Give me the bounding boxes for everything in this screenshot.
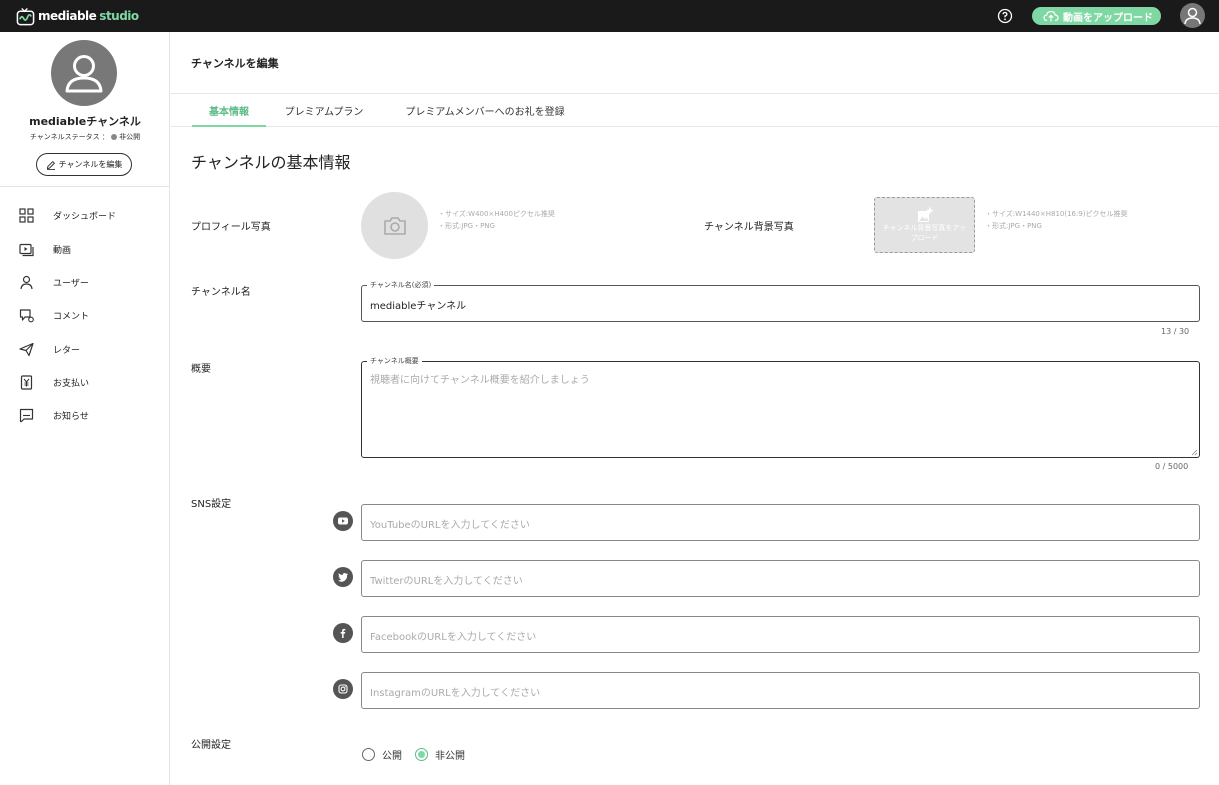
channel-name-floating-label: チャンネル名(必須) xyxy=(367,280,435,290)
sidebar-item-comments[interactable]: コメント xyxy=(0,301,169,329)
channel-status-label: チャンネルステータス ： xyxy=(29,133,109,141)
sidebar-item-label: ダッシュボード xyxy=(53,211,117,222)
comment-icon xyxy=(19,308,34,322)
user-avatar-icon xyxy=(1184,7,1201,25)
letter-icon xyxy=(19,342,34,356)
twitter-url-placeholder: TwitterのURLを入力してください xyxy=(370,576,523,587)
section-title: チャンネルの基本情報 xyxy=(191,153,351,172)
facebook-url-placeholder: FacebookのURLを入力してください xyxy=(370,632,537,643)
channel-name-field[interactable]: チャンネル名(必須) mediableチャンネル xyxy=(361,280,1200,322)
channel-name-label: チャンネル名 xyxy=(191,287,251,298)
profile-photo-hint: ・サイズ:W400×H400ピクセル推奨 ・形式:JPG・PNG xyxy=(438,208,555,232)
tab-premium-plan[interactable]: プレミアムプラン xyxy=(278,94,370,126)
sns-settings-label: SNS設定 xyxy=(191,499,232,510)
logo-tv-icon xyxy=(16,7,35,25)
account-avatar[interactable] xyxy=(1180,3,1205,28)
channel-status-value: 非公開 xyxy=(119,133,141,141)
summary-floating-label: チャンネル概要 xyxy=(367,356,422,366)
channel-name-value: mediableチャンネル xyxy=(370,301,467,312)
add-image-icon xyxy=(917,207,933,222)
visibility-public-radio[interactable]: 公開 xyxy=(362,747,402,762)
summary-textarea[interactable]: チャンネル概要 視聴者に向けてチャンネル概要を紹介しましょう xyxy=(361,356,1200,458)
edit-channel-label: チャンネルを編集 xyxy=(58,160,123,169)
radio-unchecked-icon xyxy=(362,748,375,761)
visibility-label: 公開設定 xyxy=(191,740,231,751)
tab-bar: 基本情報 プレミアムプラン プレミアムメンバーへのお礼を登録 xyxy=(171,94,1219,127)
sidebar: mediableチャンネル チャンネルステータス ： 非公開 チャンネルを編集 … xyxy=(0,32,170,785)
app-logo[interactable]: mediable studio xyxy=(16,6,139,26)
video-icon xyxy=(19,243,34,256)
sidebar-item-payments[interactable]: お支払い xyxy=(0,368,169,396)
summary-placeholder: 視聴者に向けてチャンネル概要を紹介しましょう xyxy=(370,375,590,386)
pencil-icon xyxy=(46,160,55,170)
profile-hint-size: ・サイズ:W400×H400ピクセル推奨 xyxy=(438,210,555,218)
sidebar-item-label: ユーザー xyxy=(53,278,89,289)
notice-icon xyxy=(19,408,34,422)
profile-photo-upload[interactable] xyxy=(361,192,428,259)
page-title: チャンネルを編集 xyxy=(191,57,279,70)
logo-text: mediable xyxy=(38,9,97,23)
channel-status: チャンネルステータス ： 非公開 xyxy=(0,132,170,142)
sidebar-channel-name: mediableチャンネル xyxy=(29,115,141,128)
summary-counter: 0 / 5000 xyxy=(1155,462,1189,471)
twitter-url-input[interactable]: TwitterのURLを入力してください xyxy=(361,560,1200,597)
facebook-url-input[interactable]: FacebookのURLを入力してください xyxy=(361,616,1200,653)
upload-video-label: 動画をアップロード xyxy=(1063,12,1153,24)
instagram-url-input[interactable]: InstagramのURLを入力してください xyxy=(361,672,1200,709)
payment-icon xyxy=(20,374,33,390)
twitter-icon xyxy=(333,567,353,587)
sidebar-item-videos[interactable]: 動画 xyxy=(0,235,169,263)
tab-basic-info[interactable]: 基本情報 xyxy=(192,94,266,127)
facebook-icon xyxy=(333,623,353,643)
sidebar-item-notices[interactable]: お知らせ xyxy=(0,401,169,429)
dashboard-icon xyxy=(19,207,34,223)
sidebar-item-label: お知らせ xyxy=(53,411,89,422)
background-photo-hint: ・サイズ:W1440×H810(16:9)ピクセル推奨 ・形式:JPG・PNG xyxy=(985,208,1128,232)
sidebar-divider xyxy=(0,186,170,187)
background-photo-upload[interactable]: チャンネル背景写真をアップロード xyxy=(874,197,975,253)
background-hint-format: ・形式:JPG・PNG xyxy=(985,222,1042,230)
cloud-upload-icon xyxy=(1043,10,1059,22)
instagram-icon xyxy=(333,679,353,699)
sidebar-item-label: お支払い xyxy=(53,378,90,389)
background-photo-label: チャンネル背景写真 xyxy=(704,222,794,233)
top-bar: mediable studio 動画をアップロード xyxy=(0,0,1219,32)
sidebar-item-letters[interactable]: レター xyxy=(0,335,169,363)
user-avatar-icon xyxy=(65,55,103,93)
profile-hint-format: ・形式:JPG・PNG xyxy=(438,222,495,230)
channel-avatar xyxy=(51,40,117,106)
sidebar-item-dashboard[interactable]: ダッシュボード xyxy=(0,201,169,229)
youtube-url-input[interactable]: YouTubeのURLを入力してください xyxy=(361,504,1200,541)
visibility-private-label: 非公開 xyxy=(435,751,465,762)
sidebar-item-users[interactable]: ユーザー xyxy=(0,268,169,296)
edit-channel-button[interactable]: チャンネルを編集 xyxy=(36,153,132,176)
resize-handle-icon[interactable] xyxy=(1191,449,1198,456)
youtube-icon xyxy=(333,511,353,531)
tab-premium-thanks[interactable]: プレミアムメンバーへのお礼を登録 xyxy=(393,94,577,126)
status-dot-icon xyxy=(111,133,118,140)
background-upload-text: チャンネル背景写真をアップロード xyxy=(882,224,967,242)
profile-photo-label: プロフィール写真 xyxy=(191,222,271,233)
visibility-public-label: 公開 xyxy=(382,751,402,762)
summary-label: 概要 xyxy=(191,364,211,375)
help-icon[interactable] xyxy=(997,8,1013,24)
youtube-url-placeholder: YouTubeのURLを入力してください xyxy=(370,520,530,531)
logo-suffix: studio xyxy=(99,9,139,23)
main-header: チャンネルを編集 xyxy=(171,32,1219,94)
radio-checked-icon xyxy=(415,748,428,761)
sidebar-item-label: コメント xyxy=(53,311,90,322)
channel-name-counter: 13 / 30 xyxy=(1161,327,1190,336)
instagram-url-placeholder: InstagramのURLを入力してください xyxy=(370,688,541,699)
camera-icon xyxy=(383,216,406,235)
sidebar-item-label: 動画 xyxy=(53,245,72,256)
user-icon xyxy=(20,275,33,289)
visibility-private-radio[interactable]: 非公開 xyxy=(415,747,465,762)
background-hint-size: ・サイズ:W1440×H810(16:9)ピクセル推奨 xyxy=(985,210,1128,218)
sidebar-item-label: レター xyxy=(53,345,81,356)
upload-video-button[interactable]: 動画をアップロード xyxy=(1032,7,1161,25)
